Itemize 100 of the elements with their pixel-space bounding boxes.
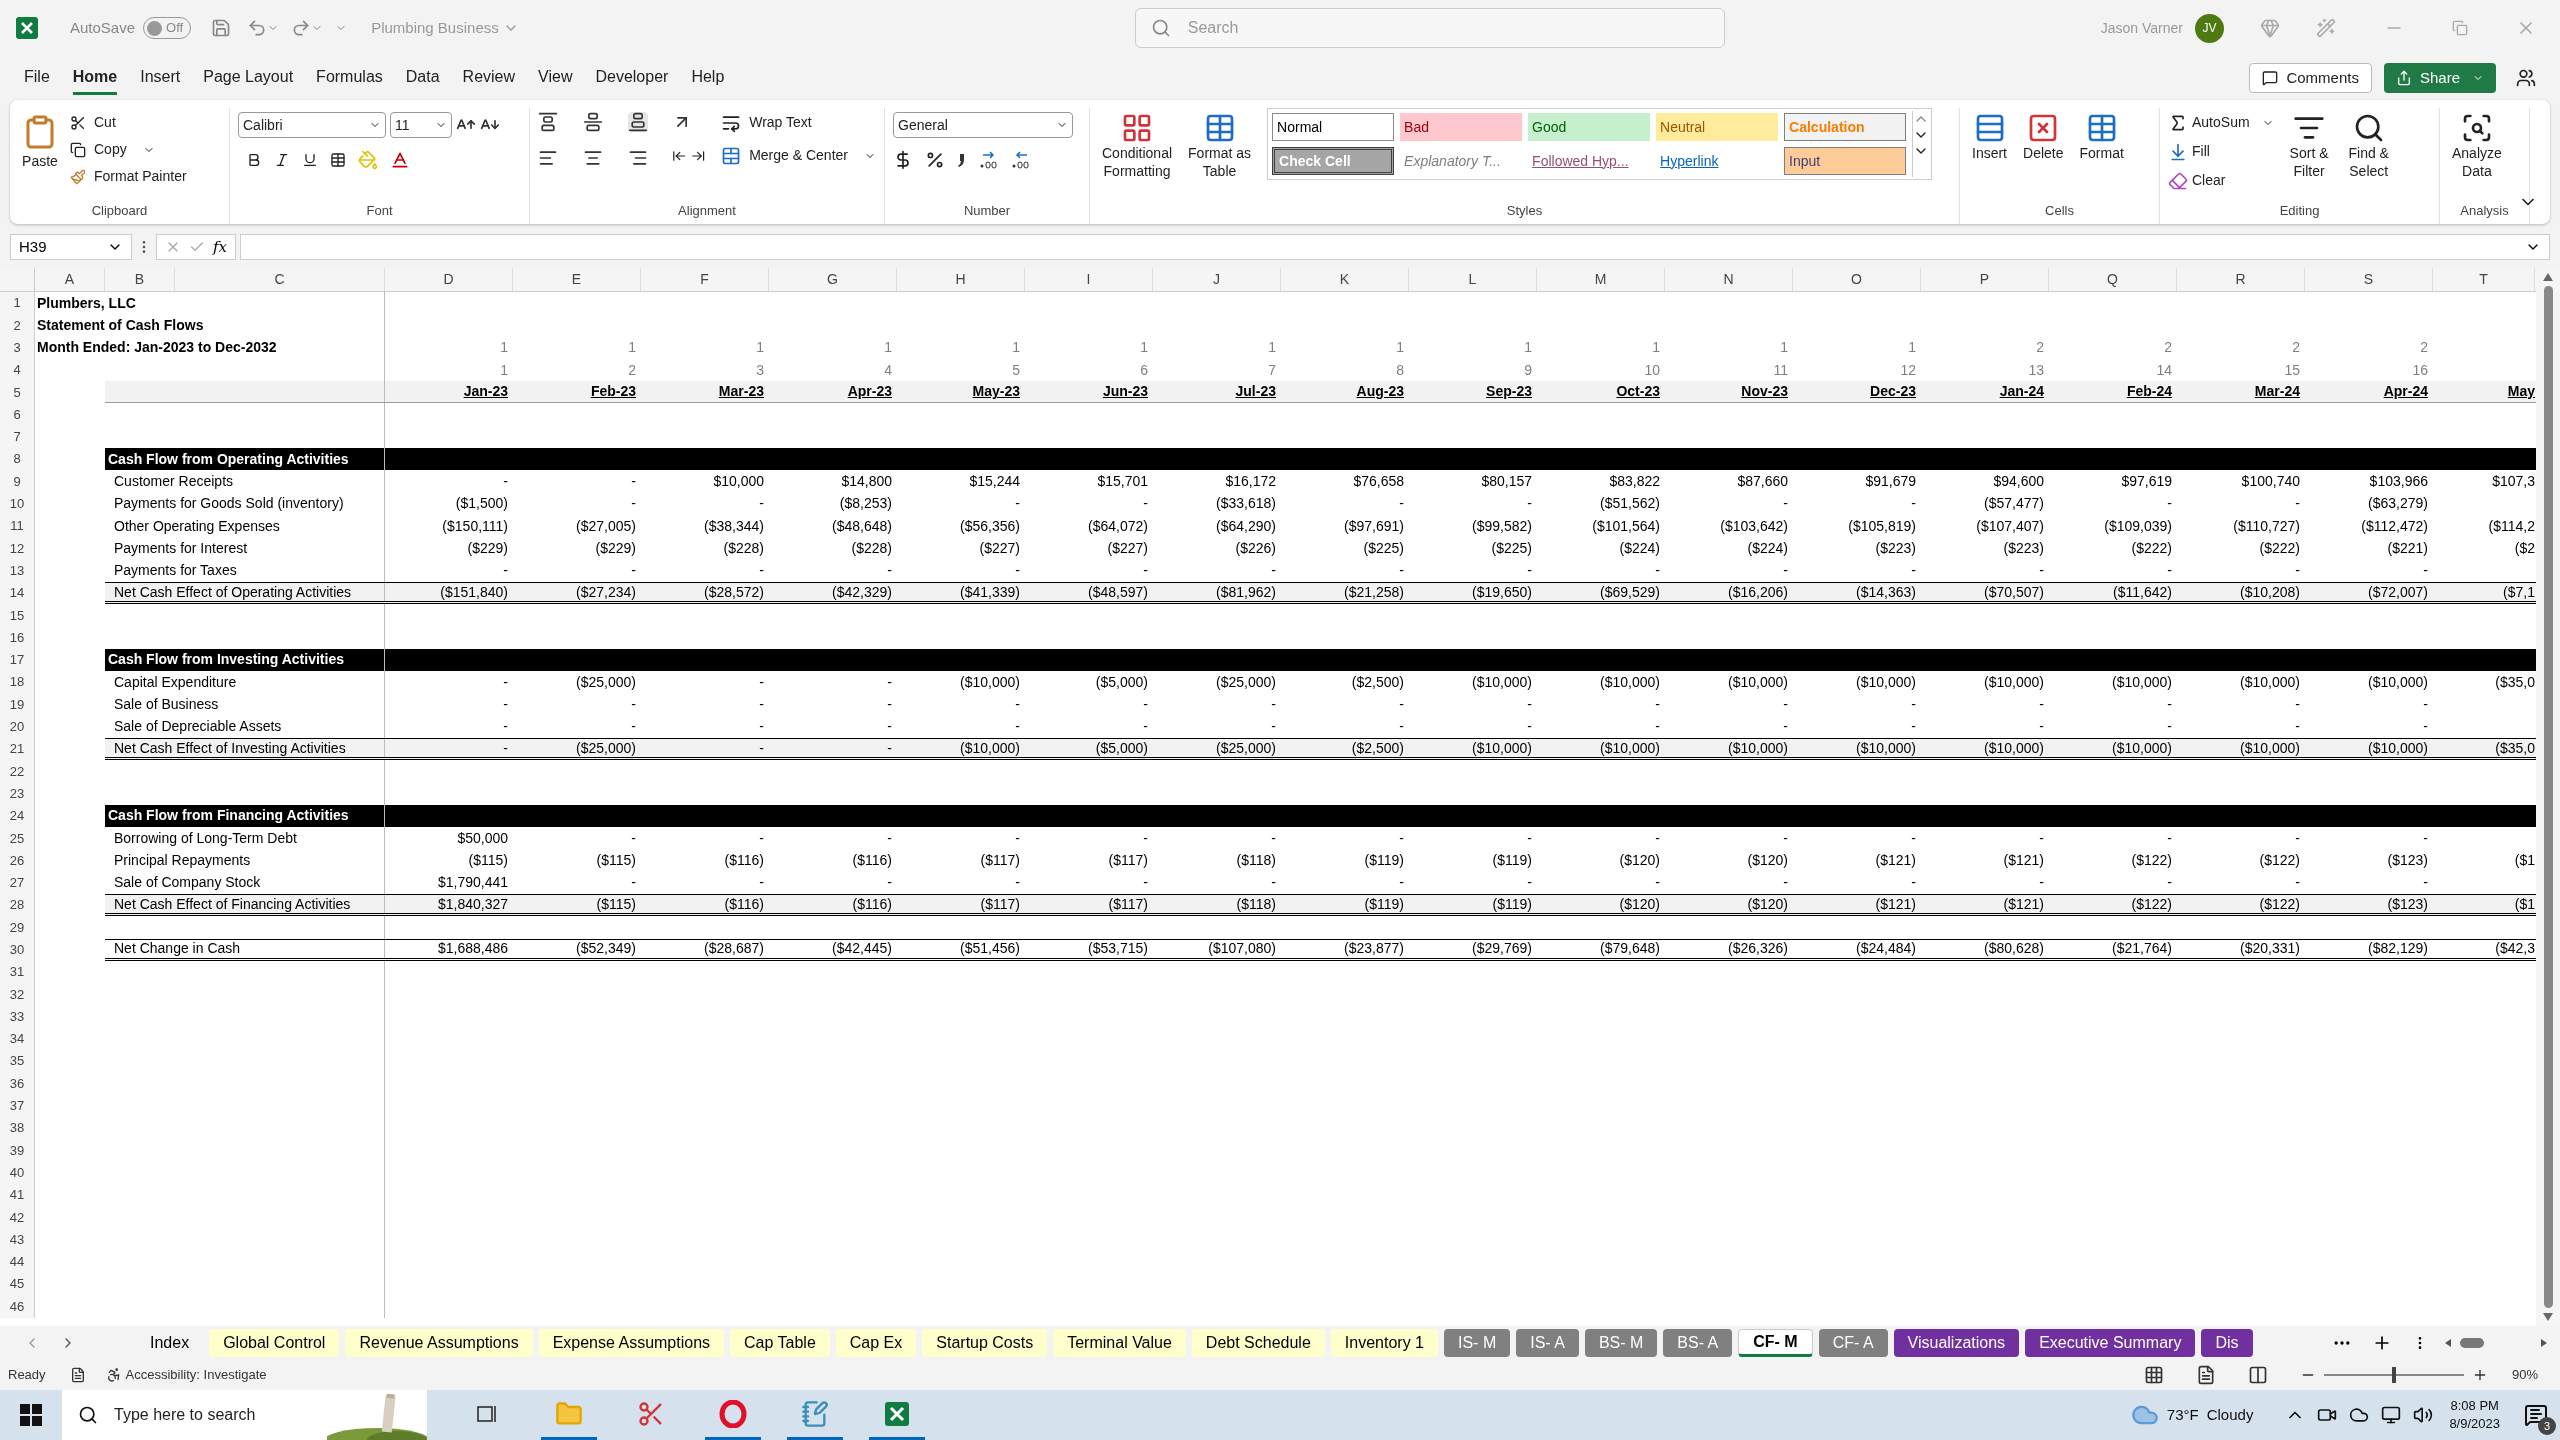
column-header[interactable]: O: [1793, 268, 1921, 291]
comma-style-icon[interactable]: [957, 152, 967, 168]
row-number[interactable]: 33: [0, 1005, 35, 1028]
row-number[interactable]: 32: [0, 983, 35, 1006]
row-number[interactable]: 2: [0, 314, 35, 337]
row-number[interactable]: 40: [0, 1161, 35, 1184]
row-number[interactable]: 17: [0, 648, 35, 672]
sheet-tab[interactable]: Expense Assumptions: [538, 1329, 725, 1357]
wrap-text-button[interactable]: Wrap Text: [721, 112, 876, 133]
sheet-tab[interactable]: Inventory 1: [1330, 1329, 1438, 1357]
insert-function-button[interactable]: fx: [213, 235, 227, 259]
row-number[interactable]: 28: [0, 894, 35, 917]
notepad-icon[interactable]: [801, 1399, 829, 1428]
sheet-tab[interactable]: Global Control: [209, 1329, 340, 1357]
taskbar-search-field[interactable]: Type here to search: [114, 1390, 327, 1440]
zoom-thumb[interactable]: [2392, 1367, 2396, 1383]
row-number[interactable]: 29: [0, 916, 35, 939]
percent-icon[interactable]: [925, 150, 945, 170]
find-select-button[interactable]: Find & Select: [2344, 108, 2393, 191]
fill-color-icon[interactable]: [358, 150, 378, 170]
row-number[interactable]: 13: [0, 559, 35, 582]
row-number[interactable]: 30: [0, 938, 35, 961]
row-number[interactable]: 21: [0, 737, 35, 761]
italic-icon[interactable]: [274, 152, 290, 168]
column-header[interactable]: J: [1153, 268, 1281, 291]
conditional-formatting-button[interactable]: Conditional Formatting: [1098, 108, 1177, 180]
column-header[interactable]: R: [2177, 268, 2305, 291]
row-number[interactable]: 3: [0, 336, 35, 359]
row-number[interactable]: 7: [0, 425, 35, 449]
menu-tab[interactable]: View: [538, 61, 573, 95]
row-number[interactable]: 10: [0, 492, 35, 515]
menu-tab[interactable]: Page Layout: [203, 61, 294, 95]
row-number[interactable]: 39: [0, 1139, 35, 1162]
increase-decimal-icon[interactable]: [979, 150, 999, 170]
menu-tab[interactable]: File: [24, 61, 50, 95]
column-header[interactable]: S: [2305, 268, 2433, 291]
column-header[interactable]: N: [1665, 268, 1793, 291]
comments-button[interactable]: Comments: [2249, 63, 2372, 93]
sheet-tab[interactable]: Dis: [2201, 1329, 2253, 1357]
row-number[interactable]: 5: [0, 381, 35, 404]
menu-tab[interactable]: Insert: [140, 61, 181, 95]
row-number[interactable]: 43: [0, 1228, 35, 1251]
scroll-right-icon[interactable]: [2540, 1338, 2548, 1348]
page-layout-icon[interactable]: [2196, 1365, 2216, 1385]
column-header[interactable]: Q: [2049, 268, 2177, 291]
sheet-tab[interactable]: IS- M: [1444, 1329, 1511, 1357]
accessibility-button[interactable]: Accessibility: Investigate: [105, 1365, 267, 1385]
column-header[interactable]: K: [1281, 268, 1409, 291]
scroll-left-icon[interactable]: [2444, 1338, 2452, 1348]
analyze-data-button[interactable]: Analyze Data: [2448, 108, 2506, 180]
paste-button[interactable]: Paste: [18, 108, 62, 187]
row-number[interactable]: 25: [0, 827, 35, 850]
format-painter-button[interactable]: Format Painter: [70, 166, 187, 187]
sheet-tab[interactable]: Executive Summary: [2025, 1329, 2196, 1357]
zoom-level[interactable]: 90%: [2512, 1365, 2552, 1385]
sheet-tab[interactable]: BS- A: [1663, 1329, 1733, 1357]
sheet-tab[interactable]: BS- M: [1584, 1329, 1658, 1357]
column-header[interactable]: C: [175, 268, 385, 291]
row-number[interactable]: 15: [0, 604, 35, 627]
row-number[interactable]: 44: [0, 1250, 35, 1274]
row-number[interactable]: 22: [0, 760, 35, 783]
row-number[interactable]: 41: [0, 1183, 35, 1207]
row-number[interactable]: 19: [0, 693, 35, 716]
bold-icon[interactable]: [246, 152, 262, 168]
row-number[interactable]: 46: [0, 1295, 35, 1318]
fill-button[interactable]: Fill: [2168, 141, 2274, 162]
search-field[interactable]: Search: [1134, 8, 1725, 48]
font-size-field[interactable]: 11: [390, 112, 452, 138]
save-icon[interactable]: [211, 18, 232, 38]
sort-filter-button[interactable]: Sort & Filter: [2285, 108, 2333, 191]
row-number[interactable]: 45: [0, 1273, 35, 1296]
share-button[interactable]: Share: [2383, 63, 2496, 93]
spreadsheet-app-icon[interactable]: [883, 1399, 911, 1428]
page-break-icon[interactable]: [2248, 1365, 2268, 1385]
column-header[interactable]: G: [769, 268, 897, 291]
column-header[interactable]: I: [1025, 268, 1153, 291]
row-number[interactable]: 24: [0, 804, 35, 828]
zoom-in-icon[interactable]: [2472, 1367, 2488, 1383]
row-number[interactable]: 27: [0, 871, 35, 894]
menu-tab[interactable]: Formulas: [316, 61, 383, 95]
font-name-field[interactable]: Calibri: [238, 112, 386, 138]
column-header[interactable]: M: [1537, 268, 1665, 291]
column-header[interactable]: P: [1921, 268, 2049, 291]
normal-view-icon[interactable]: [2144, 1365, 2164, 1385]
row-number[interactable]: 42: [0, 1206, 35, 1229]
coauthor-icon[interactable]: [2516, 68, 2536, 88]
cell-style-option[interactable]: Good: [1528, 113, 1651, 141]
autosum-button[interactable]: AutoSum: [2168, 112, 2274, 133]
name-box[interactable]: H39: [10, 234, 132, 260]
align-center-icon[interactable]: [582, 148, 603, 168]
row-number[interactable]: 4: [0, 358, 35, 382]
volume-icon[interactable]: [2413, 1405, 2434, 1425]
column-header[interactable]: D: [385, 268, 513, 291]
clear-button[interactable]: Clear: [2168, 170, 2274, 191]
column-header[interactable]: T: [2433, 268, 2535, 291]
cell-style-option[interactable]: Input: [1784, 147, 1907, 175]
row-number[interactable]: 8: [0, 448, 35, 471]
row-number[interactable]: 6: [0, 403, 35, 426]
bottom-align-icon[interactable]: [627, 112, 648, 132]
row-number[interactable]: 35: [0, 1050, 35, 1073]
